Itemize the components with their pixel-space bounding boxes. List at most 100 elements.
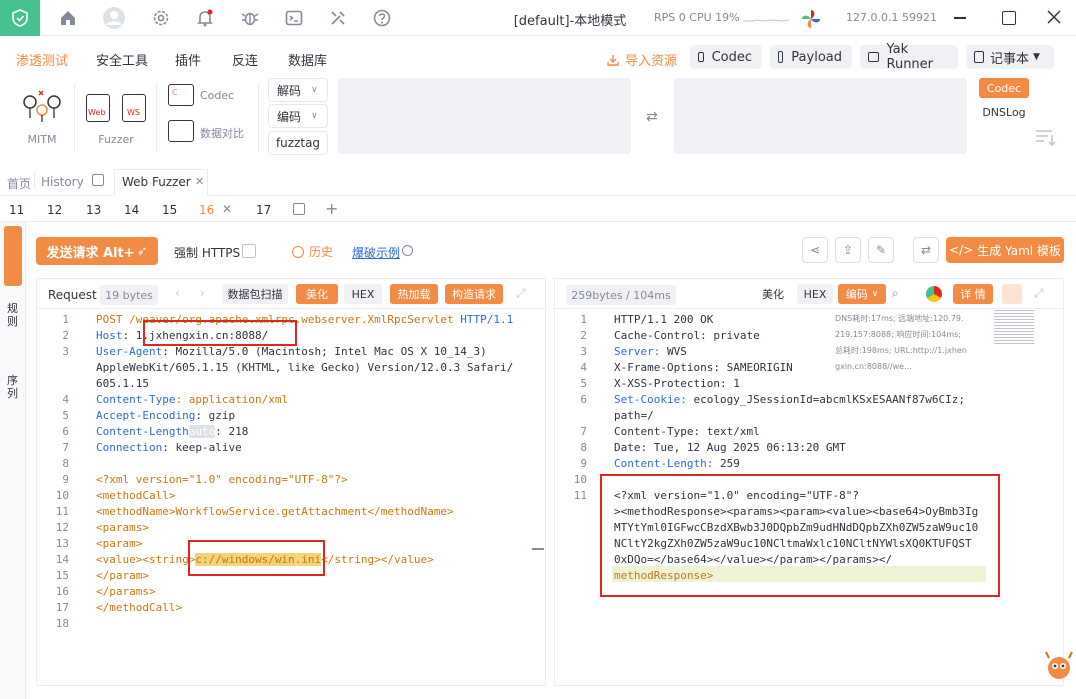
resp-beautify-button[interactable]: 美化 [754,284,792,304]
hex-button[interactable]: HEX [344,284,382,304]
yak-runner-pill[interactable]: Yak Runner [860,42,958,72]
grid-icon[interactable] [92,174,104,186]
request-title: Request [48,288,97,302]
line-number: 9 [580,457,587,470]
import-resource-link[interactable]: 导入资源 [606,50,677,69]
force-https-checkbox[interactable] [242,244,256,258]
menu-database[interactable]: 数据库 [288,50,327,69]
generate-yaml-button[interactable]: </> 生成 Yaml 模板 [946,237,1064,263]
notification-bell-icon[interactable] [195,8,215,28]
resp-encode-button[interactable]: 编码 ∨ [838,284,886,304]
code-token: : Mozilla/5.0 (Macintosh; Intel Mac OS X… [162,345,487,358]
subtab-11[interactable]: 11 [9,203,24,217]
prev-icon[interactable]: ‹ [175,286,180,300]
build-request-button[interactable]: 构造请求 [445,284,503,304]
side-active-tab[interactable] [4,226,22,286]
notepad-pill[interactable]: 记事本 ▼ [966,45,1054,69]
save-icon[interactable] [293,203,305,215]
subtab-13[interactable]: 13 [86,203,101,217]
minimize-icon[interactable] [954,17,966,19]
tab-history[interactable]: History [41,175,84,189]
search-icon[interactable]: ⌕ [892,286,899,301]
help-icon[interactable] [402,245,413,256]
beautify-button[interactable]: 美化 [296,284,338,304]
compare-label[interactable]: 数据对比 [200,125,244,141]
chrome-icon[interactable] [926,286,942,302]
close-subtab-icon[interactable]: ✕ [222,202,232,216]
decode-select[interactable]: 解码 ∨ [268,78,328,102]
line-number: 6 [62,425,69,438]
fullscreen-icon[interactable]: ⤢ [1034,286,1044,301]
export-icon[interactable]: ⇪ [835,237,861,263]
payload-pill[interactable]: Payload [770,45,852,69]
tab-home[interactable]: 首页 [7,175,31,192]
resp-hex-button[interactable]: HEX [797,284,833,304]
detail-button[interactable]: 详 情 [953,284,993,304]
code-icon: </> [949,243,974,257]
yakit-logo[interactable] [0,0,40,36]
codec-pill[interactable]: Codec [690,45,762,69]
sort-icon[interactable] [1034,128,1056,146]
compare-icon[interactable] [168,120,194,142]
share-icon[interactable]: ⋖ [802,237,828,263]
web-fuzzer-icon[interactable]: Web [86,94,110,122]
side-dnslog-tab[interactable]: DNSLog [979,102,1029,122]
menu-security-tools[interactable]: 安全工具 [96,50,148,69]
avatar-icon[interactable] [102,6,126,30]
fuzztag-button[interactable]: fuzztag [268,131,328,155]
subtab-17[interactable]: 17 [256,203,271,217]
bug-icon[interactable] [240,8,260,28]
home-icon[interactable] [58,8,78,28]
subtab-12[interactable]: 12 [47,203,62,217]
side-tab-sequence[interactable]: 序列 [7,374,19,400]
comment-icon[interactable] [1002,284,1022,304]
help-icon[interactable] [372,8,392,28]
menu-reverse[interactable]: 反连 [232,50,258,69]
add-tab-icon[interactable]: + [325,199,338,218]
hotload-button[interactable]: 热加载 [390,284,438,304]
subtab-16[interactable]: 16 [199,203,214,217]
send-request-button[interactable]: 发送请求 Alt+ ➶ [36,237,158,265]
maximize-icon[interactable] [1002,11,1016,25]
swap-icon[interactable]: ⇄ [646,109,658,125]
close-icon[interactable] [1046,9,1062,25]
history-link[interactable]: 历史 [292,243,333,260]
menu-pentest[interactable]: 渗透测试 [16,50,68,69]
tools-icon[interactable] [328,8,348,28]
code-token: auto [188,425,216,438]
subtab-14[interactable]: 14 [124,203,139,217]
terminal-icon[interactable] [284,8,304,28]
side-codec-tab[interactable]: Codec [979,78,1029,98]
menu-plugins[interactable]: 插件 [175,50,201,69]
line-number: 1 [580,313,587,326]
close-tab-icon[interactable]: ✕ [195,175,204,188]
ws-fuzzer-icon[interactable]: WS [122,94,146,122]
code-line: </param> [96,568,149,584]
encode-select[interactable]: 编码 ∨ [268,104,328,128]
chevron-down-icon: ▼ [1033,52,1040,62]
codec-output-area[interactable] [674,78,967,154]
edit-icon[interactable]: ✎ [868,237,894,263]
code-line: Cache-Control: private [614,328,760,344]
codec-input-area[interactable] [338,78,631,154]
sync-icon[interactable]: ⇄ [913,237,939,263]
packet-scan-button[interactable]: 数据包扫描 [222,284,288,304]
response-size-badge: 259bytes / 104ms [566,285,676,305]
request-size-badge: 19 bytes [100,285,158,305]
tab-web-fuzzer[interactable]: Web Fuzzer ✕ [114,169,208,197]
left-side-bar [0,222,26,699]
settings-icon[interactable] [151,8,171,28]
side-tab-rules[interactable]: 规则 [7,302,19,328]
code-token: 605.1.15 [96,377,149,390]
codec-tool-label[interactable]: Codec [200,89,234,102]
brute-example-link[interactable]: 爆破示例 [352,244,400,261]
yak-mascot-icon[interactable] [1044,648,1074,682]
subtab-15[interactable]: 15 [162,203,177,217]
next-icon[interactable]: › [200,286,205,300]
request-editor[interactable]: 1 POST /weaver/org.apache.xmlrpc.webserve… [37,310,545,680]
code-token: Server: [614,345,661,358]
codec-tool-icon[interactable]: C [168,84,194,106]
mitm-icon[interactable] [22,88,64,124]
fullscreen-icon[interactable]: ⤢ [516,286,526,301]
pinwheel-icon[interactable] [800,8,822,30]
